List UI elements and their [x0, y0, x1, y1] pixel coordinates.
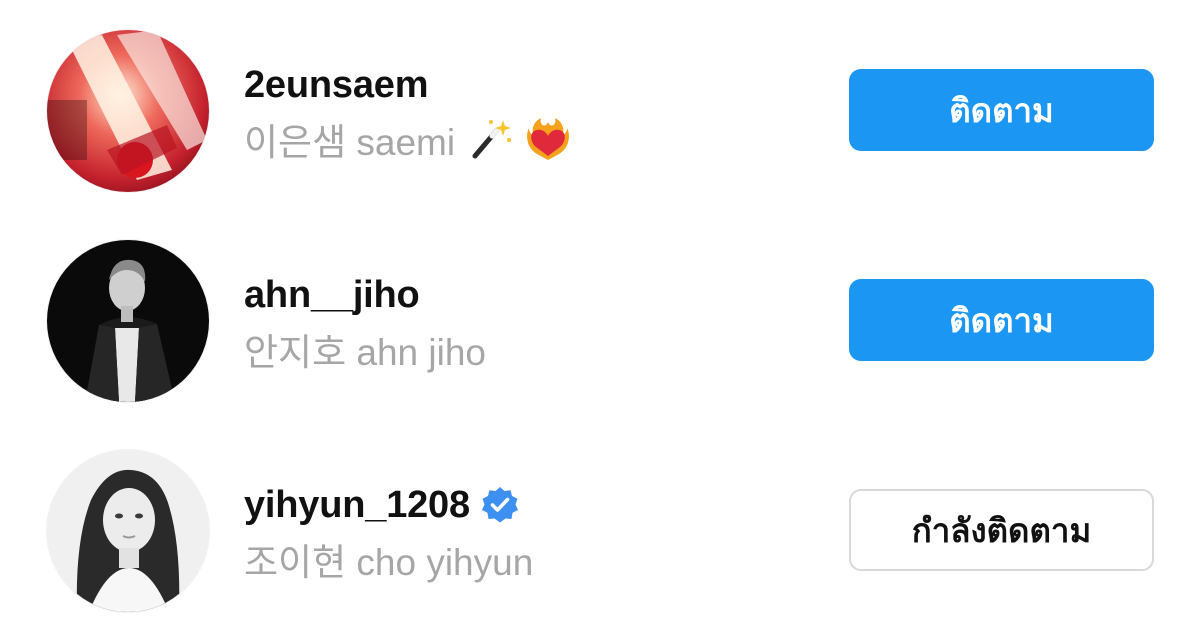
full-name: 조이현 cho yihyun: [244, 542, 534, 583]
username[interactable]: 2eunsaem: [244, 64, 428, 107]
account-row[interactable]: yihyun_1208 조이현 cho yihyun กำลังติดตาม: [0, 445, 1200, 615]
verified-badge-icon: [480, 485, 520, 525]
follow-button[interactable]: ติดตาม: [849, 279, 1154, 361]
avatar[interactable]: [47, 30, 209, 192]
account-info[interactable]: yihyun_1208 조이현 cho yihyun: [244, 481, 804, 585]
follow-button[interactable]: ติดตาม: [849, 69, 1154, 151]
heart-on-fire-icon: [525, 116, 571, 162]
username[interactable]: ahn__jiho: [244, 274, 420, 317]
account-row[interactable]: 2eunsaem 이은샘 saemi ติดตาม: [0, 25, 1200, 195]
full-name: 이은샘 saemi: [244, 122, 456, 163]
account-row[interactable]: ahn__jiho 안지호 ahn jiho ติดตาม: [0, 235, 1200, 405]
account-info[interactable]: ahn__jiho 안지호 ahn jiho: [244, 271, 804, 375]
account-info[interactable]: 2eunsaem 이은샘 saemi: [244, 61, 804, 165]
avatar[interactable]: [47, 240, 209, 402]
account-list: 2eunsaem 이은샘 saemi ติดตาม ahn__jiho 안지호 …: [0, 0, 1200, 633]
following-button[interactable]: กำลังติดตาม: [849, 489, 1154, 571]
username[interactable]: yihyun_1208: [244, 484, 470, 527]
magic-wand-icon: [467, 116, 513, 162]
full-name: 안지호 ahn jiho: [244, 332, 487, 373]
avatar[interactable]: [47, 450, 209, 612]
